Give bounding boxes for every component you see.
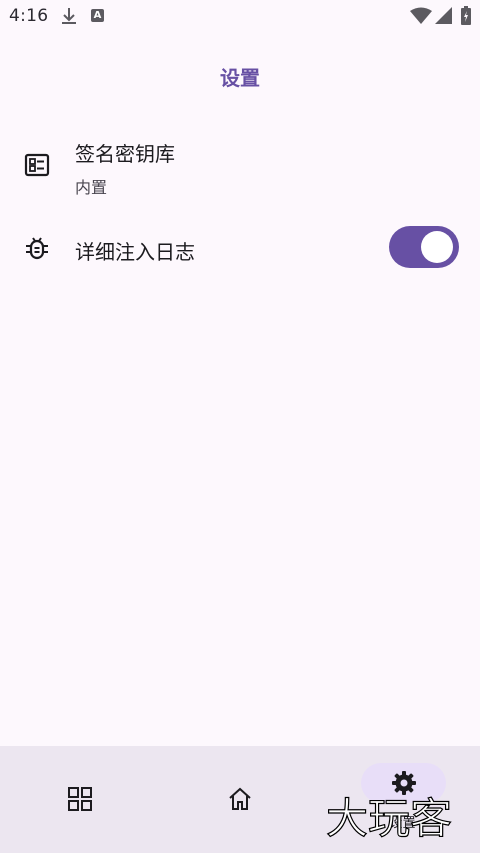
page-title: 设置 (220, 66, 260, 90)
verbose-log-setting[interactable]: 详细注入日志 (0, 218, 480, 278)
battery-icon (461, 6, 471, 25)
keystore-list-icon (24, 153, 50, 177)
watermark-logo: 大玩客 (326, 793, 453, 843)
nav-item-home[interactable] (160, 746, 320, 853)
status-bar: 4:16 A (0, 0, 480, 34)
keystore-setting[interactable]: 签名密钥库 内置 (0, 128, 480, 204)
switch-thumb (421, 231, 453, 263)
cell-signal-icon (435, 7, 452, 24)
verbose-log-title: 详细注入日志 (75, 240, 195, 264)
apps-grid-icon (68, 787, 92, 811)
download-icon (62, 8, 76, 24)
bug-icon (26, 237, 48, 260)
verbose-log-switch[interactable] (389, 226, 459, 268)
nav-item-apps[interactable] (0, 746, 160, 853)
status-time: 4:16 (9, 6, 49, 26)
home-icon (229, 787, 251, 810)
keystore-value: 内置 (75, 178, 108, 197)
notification-a-icon: A (91, 9, 104, 22)
wifi-icon (410, 7, 432, 24)
keystore-title: 签名密钥库 (75, 142, 175, 166)
watermark-text: 大玩客 (326, 794, 452, 843)
settings-screen: 4:16 A 设置 签名密钥库 内置 详细注入日志 设置 大玩客 (0, 0, 480, 853)
